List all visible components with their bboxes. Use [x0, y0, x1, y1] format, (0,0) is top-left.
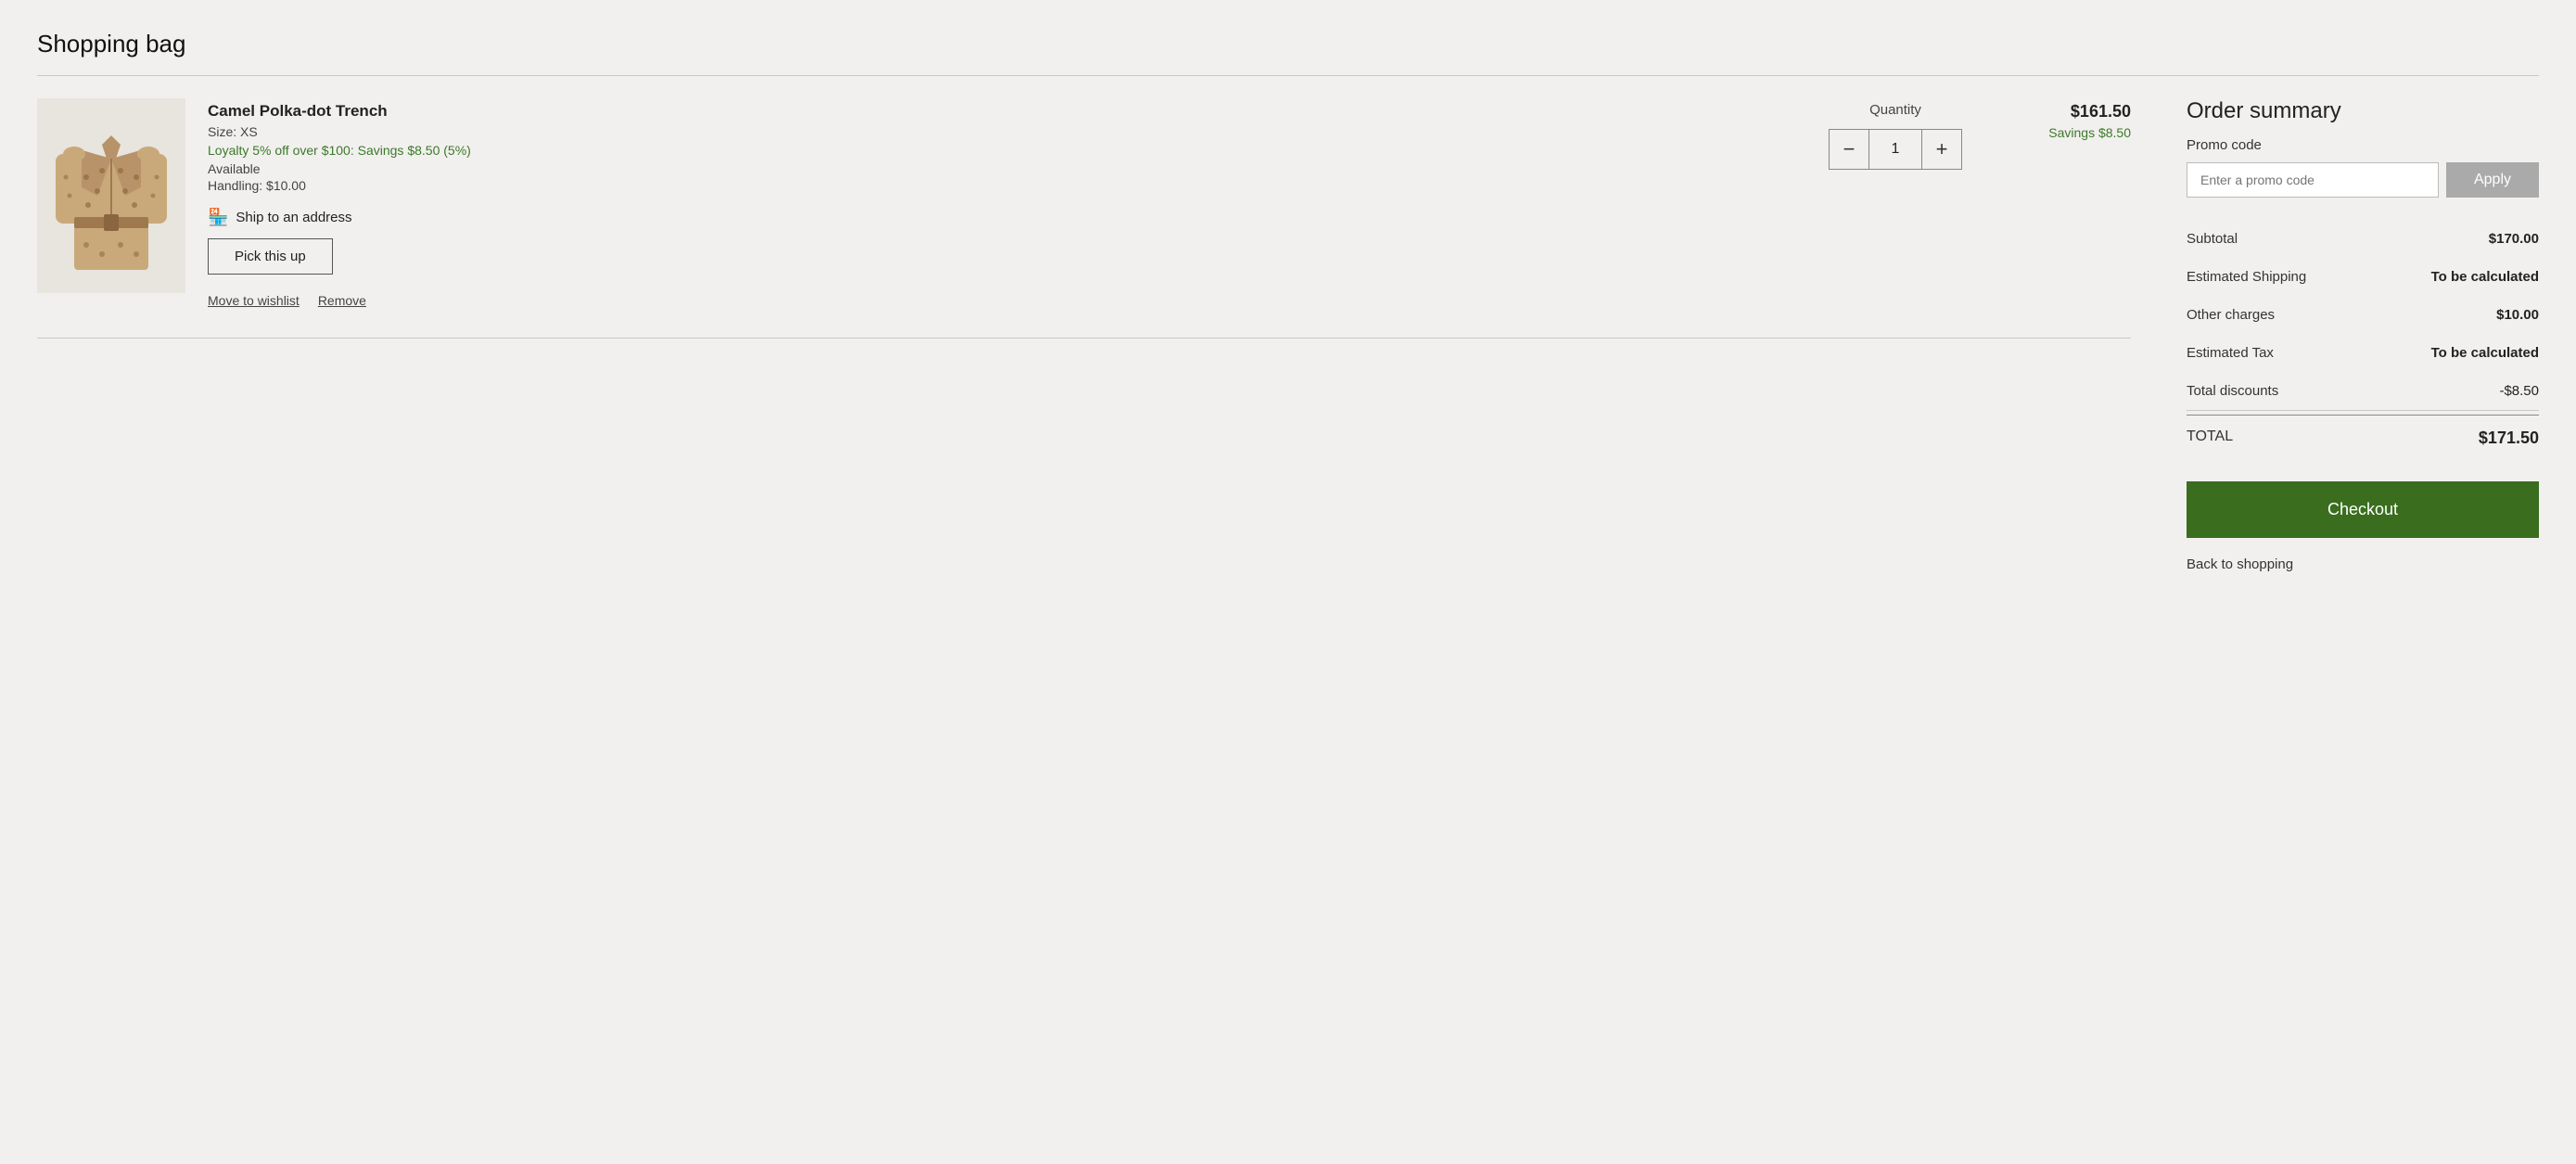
quantity-display: 1	[1869, 129, 1921, 170]
subtotal-label: Subtotal	[2187, 231, 2238, 247]
cart-item: Camel Polka-dot Trench Size: XS Loyalty …	[37, 98, 2131, 334]
other-charges-value: $10.00	[2496, 307, 2539, 323]
tax-label: Estimated Tax	[2187, 345, 2274, 361]
quantity-decrease-button[interactable]: −	[1829, 129, 1869, 170]
tax-value: To be calculated	[2431, 345, 2539, 361]
summary-row-discounts: Total discounts -$8.50	[2187, 372, 2539, 411]
available-text: Available	[208, 161, 1790, 176]
promo-label: Promo code	[2187, 137, 2539, 153]
coat-illustration	[51, 108, 172, 284]
order-summary-title: Order summary	[2187, 98, 2539, 124]
page-title: Shopping bag	[37, 30, 2539, 58]
back-to-shopping-button[interactable]: Back to shopping	[2187, 556, 2293, 572]
product-image	[37, 98, 185, 293]
shipping-value: To be calculated	[2431, 269, 2539, 285]
discounts-label: Total discounts	[2187, 383, 2278, 399]
apply-button[interactable]: Apply	[2446, 162, 2539, 198]
quantity-increase-button[interactable]: +	[1921, 129, 1962, 170]
summary-row-subtotal: Subtotal $170.00	[2187, 220, 2539, 258]
top-divider	[37, 75, 2539, 76]
discounts-value: -$8.50	[2499, 383, 2539, 399]
promo-input[interactable]	[2187, 162, 2439, 198]
cart-divider	[37, 338, 2131, 339]
main-layout: Camel Polka-dot Trench Size: XS Loyalty …	[37, 98, 2539, 572]
ship-icon: 🏪	[208, 208, 228, 227]
shipping-label: Estimated Shipping	[2187, 269, 2306, 285]
quantity-price-section: Quantity − 1 +	[1812, 98, 1979, 170]
checkout-button[interactable]: Checkout	[2187, 481, 2539, 538]
move-to-wishlist-button[interactable]: Move to wishlist	[208, 293, 300, 308]
product-name: Camel Polka-dot Trench	[208, 102, 1790, 121]
handling-text: Handling: $10.00	[208, 178, 1790, 193]
summary-row-tax: Estimated Tax To be calculated	[2187, 334, 2539, 372]
subtotal-value: $170.00	[2489, 231, 2539, 247]
total-value: $171.50	[2479, 429, 2539, 448]
promo-row: Apply	[2187, 162, 2539, 198]
quantity-control: − 1 +	[1829, 129, 1962, 170]
summary-rows: Subtotal $170.00 Estimated Shipping To b…	[2187, 220, 2539, 459]
price-section: $161.50 Savings $8.50	[2001, 98, 2131, 141]
quantity-label: Quantity	[1869, 102, 1921, 118]
summary-row-shipping: Estimated Shipping To be calculated	[2187, 258, 2539, 296]
product-details: Camel Polka-dot Trench Size: XS Loyalty …	[208, 98, 1790, 308]
summary-row-other-charges: Other charges $10.00	[2187, 296, 2539, 334]
remove-button[interactable]: Remove	[318, 293, 366, 308]
other-charges-label: Other charges	[2187, 307, 2275, 323]
order-summary: Order summary Promo code Apply Subtotal …	[2187, 98, 2539, 572]
action-links: Move to wishlist Remove	[208, 293, 1790, 308]
price-main: $161.50	[2001, 102, 2131, 122]
cart-section: Camel Polka-dot Trench Size: XS Loyalty …	[37, 98, 2131, 339]
price-savings: Savings $8.50	[2048, 125, 2131, 140]
ship-label: Ship to an address	[236, 210, 351, 225]
pick-up-button[interactable]: Pick this up	[208, 238, 333, 275]
product-size: Size: XS	[208, 124, 1790, 139]
ship-row: 🏪 Ship to an address	[208, 208, 1790, 227]
summary-row-total: TOTAL $171.50	[2187, 415, 2539, 459]
total-label: TOTAL	[2187, 429, 2233, 448]
loyalty-text: Loyalty 5% off over $100: Savings $8.50 …	[208, 143, 1790, 158]
